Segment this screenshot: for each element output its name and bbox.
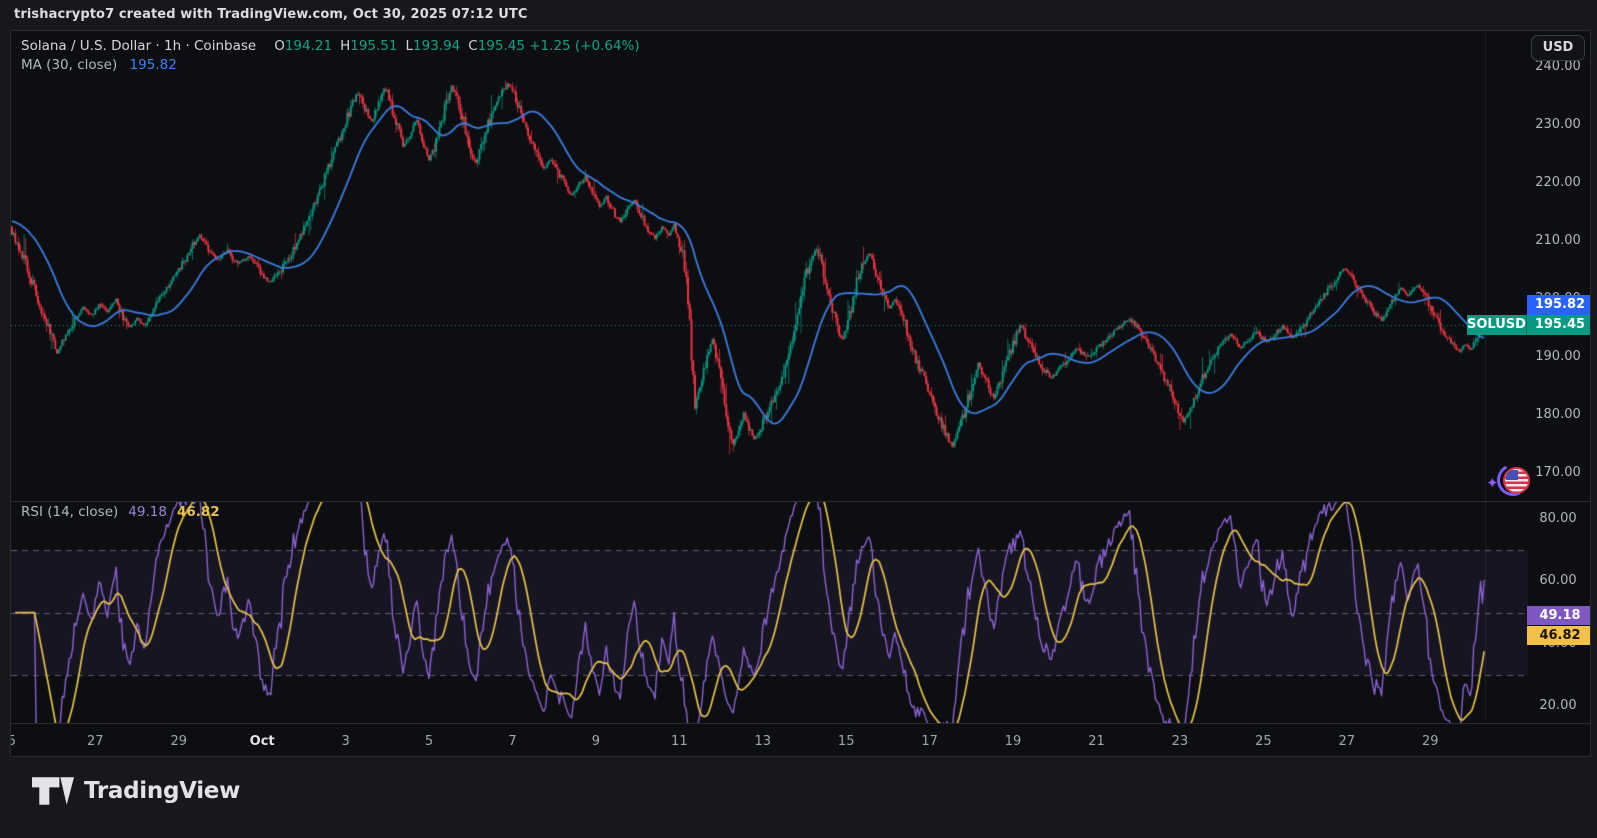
- time-tick: Oct: [249, 734, 275, 749]
- close-value: 195.45: [477, 38, 525, 54]
- time-tick: 27: [87, 734, 104, 749]
- open-label: O: [274, 38, 285, 54]
- time-tick: 5: [424, 734, 434, 749]
- pane-separator: [11, 501, 1590, 502]
- ma-row: MA (30, close) 195.82: [21, 56, 640, 75]
- chart-frame: Solana / U.S. Dollar · 1h · Coinbase O194…: [10, 30, 1591, 757]
- flag-icon: [1503, 467, 1530, 494]
- close-label: C: [468, 38, 478, 54]
- last-price-label: 195.45: [1527, 315, 1590, 335]
- price-axis-separator: [1485, 31, 1486, 723]
- tradingview-snapshot: trishacrypto7 created with TradingView.c…: [0, 0, 1597, 838]
- time-tick: 29: [1421, 734, 1439, 749]
- attribution-text: trishacrypto7 created with TradingView.c…: [14, 7, 528, 22]
- high-label: H: [340, 38, 351, 54]
- rsi-value-label: 49.18: [1527, 606, 1590, 625]
- rsi-chart-canvas[interactable]: [11, 502, 1528, 723]
- rsi-ma-value: 46.82: [176, 504, 220, 520]
- ma-price-label: 195.82: [1527, 295, 1590, 315]
- low-label: L: [405, 38, 414, 54]
- tradingview-logo-text: TradingView: [84, 778, 241, 804]
- rsi-value: 49.18: [128, 504, 167, 520]
- low-value: 193.94: [413, 38, 461, 54]
- ma-value: 195.82: [129, 57, 177, 73]
- price-tick: 240.00: [1535, 58, 1581, 74]
- rsi-legend: RSI (14, close) 49.18 46.82: [21, 504, 220, 520]
- time-tick: 3: [341, 734, 350, 749]
- change-value: +1.25 (+0.64%): [529, 38, 640, 54]
- time-axis-separator: [11, 723, 1590, 724]
- price-tick: 210.00: [1535, 233, 1581, 249]
- time-tick: 21: [1088, 734, 1105, 749]
- time-tick: 7: [508, 734, 517, 749]
- price-tick: 220.00: [1535, 175, 1581, 191]
- tradingview-logo[interactable]: TradingView: [32, 777, 240, 805]
- watermark-flag-emblem: ✦: [1486, 459, 1534, 506]
- time-tick: 15: [837, 734, 855, 749]
- chart-legend: Solana / U.S. Dollar · 1h · Coinbase O194…: [21, 37, 640, 75]
- time-tick: 9: [591, 734, 601, 749]
- time-tick: 13: [754, 734, 772, 749]
- time-tick: 29: [170, 734, 187, 749]
- time-tick: 27: [1338, 734, 1356, 749]
- time-tick: 25: [1255, 734, 1272, 749]
- rsi-tick: 20.00: [1539, 698, 1577, 714]
- time-tick: 11: [671, 734, 688, 749]
- symbol-row: Solana / U.S. Dollar · 1h · Coinbase O194…: [21, 37, 640, 56]
- price-tick: 180.00: [1535, 407, 1581, 423]
- tradingview-logo-icon: [32, 777, 74, 805]
- open-value: 194.21: [284, 38, 333, 54]
- price-tick: 230.00: [1535, 117, 1581, 132]
- time-tick: 5: [11, 734, 42, 749]
- footer-bar: TradingView: [0, 757, 1597, 838]
- time-tick: 19: [1004, 734, 1022, 749]
- flag-canton: [1506, 470, 1518, 480]
- rsi-tick: 80.00: [1539, 510, 1577, 526]
- rsi-label: RSI (14, close): [21, 504, 119, 520]
- ma-label: MA (30, close): [21, 57, 118, 73]
- symbol-title: Solana / U.S. Dollar · 1h · Coinbase: [21, 38, 257, 54]
- time-tick: 17: [921, 734, 938, 749]
- rsi-tick: 60.00: [1539, 573, 1577, 589]
- high-value: 195.51: [350, 38, 398, 54]
- price-tick: 190.00: [1535, 349, 1581, 365]
- currency-toggle-button[interactable]: USD: [1531, 35, 1585, 61]
- symbol-tag: SOLUSD: [1467, 315, 1527, 335]
- price-chart-canvas[interactable]: [11, 31, 1528, 501]
- rsi-ma-value-label: 46.82: [1527, 626, 1590, 645]
- attribution-bar: trishacrypto7 created with TradingView.c…: [0, 0, 1597, 30]
- time-tick: 23: [1171, 734, 1189, 749]
